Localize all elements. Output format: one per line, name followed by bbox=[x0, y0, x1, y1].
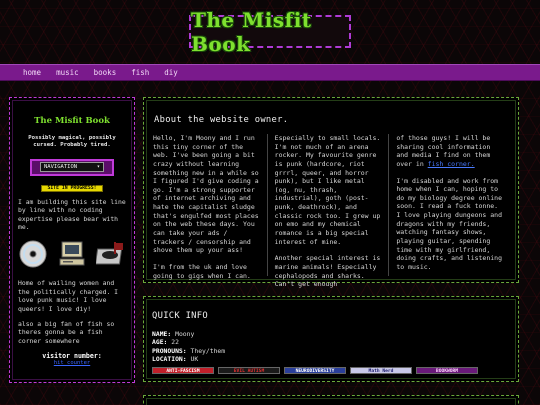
quick-info-facts: NAME: Moony AGE: 22 PRONOUNS: They/them … bbox=[152, 330, 225, 363]
fact-label: LOCATION: bbox=[152, 354, 187, 363]
about-text: Hello, I'm Moony and I run this tiny cor… bbox=[153, 134, 259, 255]
nav-fish[interactable]: fish bbox=[131, 68, 149, 77]
hit-counter[interactable]: hit counter bbox=[18, 360, 126, 366]
about-text: Especially to small locals. I'm not much… bbox=[274, 134, 381, 246]
sidebar-tagline: Possibly magical, possibly cursed. Proba… bbox=[28, 135, 116, 149]
sidebar-logo: The Misfit Book bbox=[34, 116, 110, 126]
about-text: I'm from the uk and love going to gigs w… bbox=[153, 262, 251, 280]
fact-location: LOCATION: UK bbox=[152, 355, 225, 363]
fact-label: PRONOUNS: bbox=[152, 346, 187, 355]
nav-music[interactable]: music bbox=[56, 68, 79, 77]
sidebar-fish-note: also a big fan of fish so theres gonna b… bbox=[18, 319, 115, 345]
fact-value: 22 bbox=[171, 338, 179, 347]
site-button-math-nerd[interactable]: Math Nerd bbox=[350, 367, 412, 374]
fact-name: NAME: Moony bbox=[152, 330, 225, 338]
site-in-progress-badge: SITE IN PROGRESS! bbox=[41, 184, 103, 192]
site-button-neurodiversity[interactable]: NEURODIVERSITY bbox=[284, 367, 346, 374]
nav-diy[interactable]: diy bbox=[164, 68, 178, 77]
site-title: The Misfit Book bbox=[191, 7, 312, 56]
fact-value: UK bbox=[190, 354, 199, 363]
about-heading: About the website owner. bbox=[154, 115, 289, 125]
sidebar-intro: I am building this site line by line wit… bbox=[18, 197, 126, 232]
record-player-icon bbox=[94, 239, 126, 273]
nav-books[interactable]: books bbox=[94, 68, 117, 77]
quick-info-heading: QUICK INFO bbox=[152, 311, 208, 321]
fact-label: NAME: bbox=[152, 330, 172, 338]
fact-label: AGE: bbox=[152, 338, 168, 347]
about-column-2: Especially to small locals. I'm not much… bbox=[266, 134, 389, 288]
chevron-down-icon: ▾ bbox=[96, 164, 100, 171]
fact-pronouns: PRONOUNS: They/them bbox=[152, 347, 225, 355]
quick-info-panel: QUICK INFO NAME: Moony AGE: 22 PRONOUNS:… bbox=[143, 296, 519, 382]
visitor-label: visitor number: bbox=[42, 351, 102, 360]
site-logo[interactable]: The Misfit Book bbox=[189, 8, 351, 56]
fact-age: AGE: 22 bbox=[152, 338, 225, 346]
about-text: Another special interest is marine anima… bbox=[274, 254, 381, 289]
computer-icon bbox=[57, 239, 87, 273]
sidebar-icon-row bbox=[18, 239, 126, 273]
sidebar-bio: Home of wailing women and the politicall… bbox=[18, 279, 119, 314]
about-column-1: Hello, I'm Moony and I run this tiny cor… bbox=[153, 134, 267, 280]
about-panel: About the website owner. Hello, I'm Moon… bbox=[143, 97, 519, 288]
about-text: I'm disabled and work from home when I c… bbox=[396, 176, 503, 271]
about-text: of those guys! I will be sharing cool in… bbox=[396, 134, 503, 169]
cd-icon bbox=[18, 239, 48, 273]
sidebar: The Misfit Book Possibly magical, possib… bbox=[9, 97, 135, 383]
site-button-evil-autism[interactable]: EVIL AUTISM bbox=[218, 367, 280, 374]
navigation-select-value: NAVIGATION bbox=[44, 164, 78, 171]
site-button-anti-fascism[interactable]: ANTI-FASCISM bbox=[152, 367, 214, 374]
fact-value: Moony bbox=[175, 330, 195, 338]
navigation-select-frame: NAVIGATION ▾ bbox=[30, 158, 114, 176]
navigation-select[interactable]: NAVIGATION ▾ bbox=[40, 162, 104, 173]
site-button-bookworm[interactable]: BOOKWORM bbox=[416, 367, 478, 374]
badge-button-row: ANTI-FASCISM EVIL AUTISM NEURODIVERSITY Mat… bbox=[152, 367, 478, 374]
top-nav: home music books fish diy bbox=[0, 64, 540, 81]
fact-value: They/them bbox=[190, 346, 226, 355]
fish-corner-link[interactable]: fish corner. bbox=[428, 160, 475, 168]
lower-panel bbox=[143, 395, 519, 405]
nav-home[interactable]: home bbox=[23, 68, 41, 77]
about-column-3: of those guys! I will be sharing cool in… bbox=[388, 134, 510, 276]
